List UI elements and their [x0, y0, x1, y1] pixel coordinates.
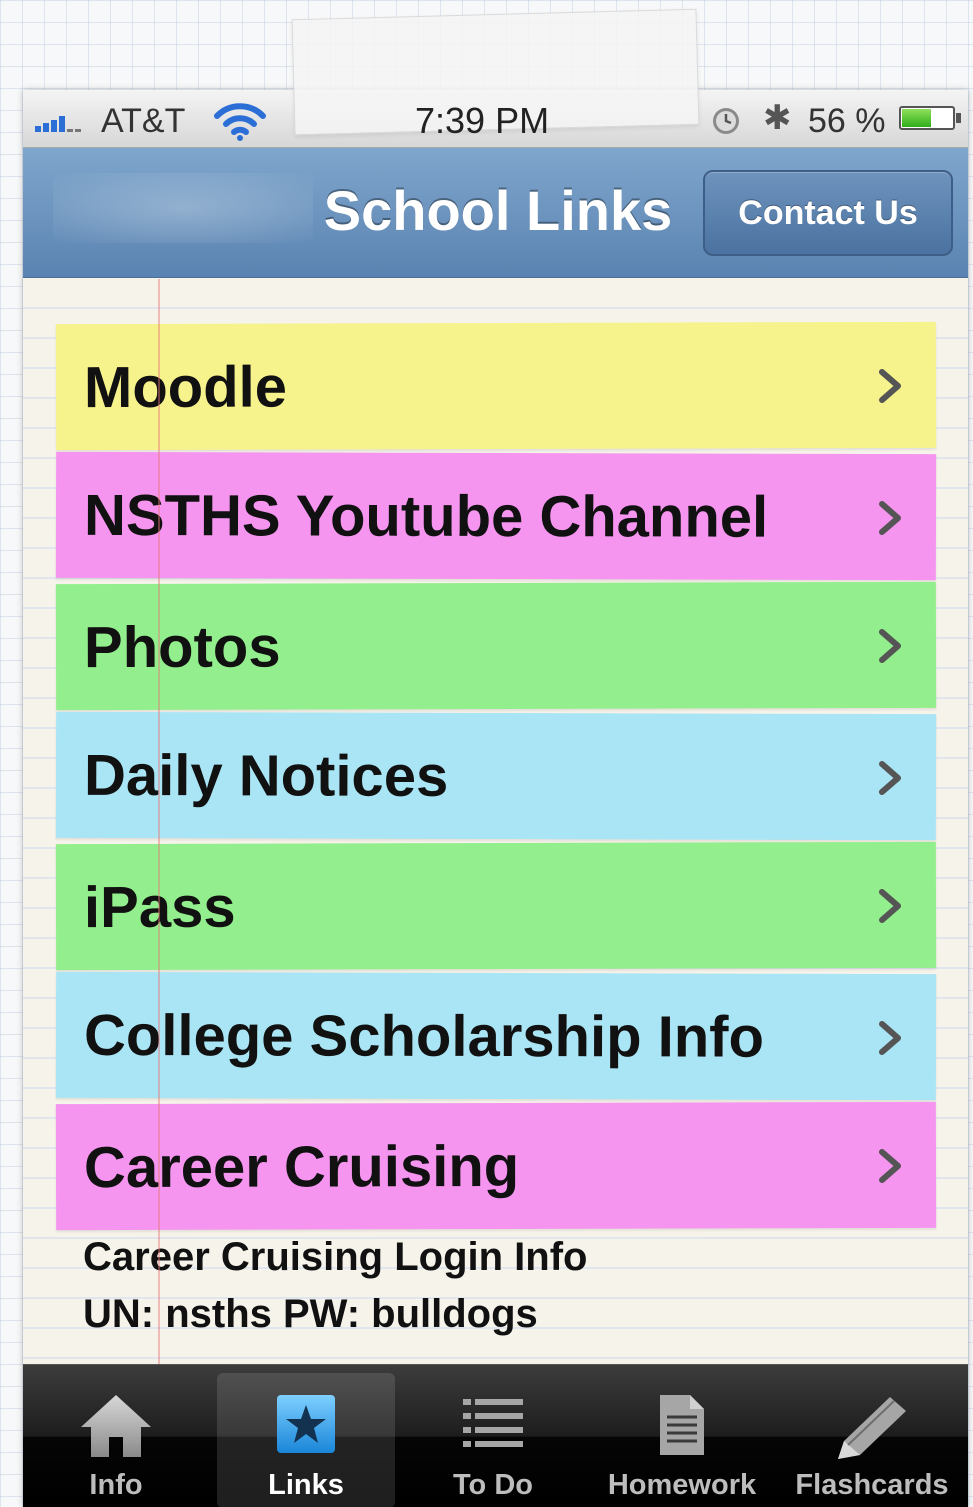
carrier-label: AT&T: [101, 102, 186, 140]
chevron-right-icon: [878, 501, 901, 536]
battery-fill: [902, 109, 932, 127]
tab-label: Info: [89, 1469, 143, 1501]
battery-percent: 56 %: [808, 102, 886, 140]
links-list: Moodle NSTHS Youtube Channel Photos Dail…: [55, 321, 937, 1233]
battery-tip: [956, 113, 961, 123]
wifi-icon: [214, 103, 266, 141]
pencil-icon: [838, 1397, 906, 1459]
chevron-right-icon: [878, 761, 901, 796]
notebook-margin-line: [158, 279, 160, 1364]
tab-to-do[interactable]: To Do: [404, 1373, 582, 1507]
contact-us-button[interactable]: Contact Us: [703, 170, 953, 256]
link-row-ipass[interactable]: iPass: [55, 841, 937, 971]
home-icon: [81, 1395, 151, 1457]
document-icon: [660, 1395, 704, 1455]
navigation-bar: School Links Contact Us: [23, 148, 968, 278]
alarm-clock-icon: [713, 108, 739, 134]
chevron-right-icon: [878, 1148, 902, 1183]
link-row-photos[interactable]: Photos: [55, 581, 937, 711]
link-label: Career Cruising: [83, 1133, 520, 1200]
page-title: School Links: [323, 179, 673, 242]
tab-info[interactable]: Info: [27, 1373, 205, 1507]
link-label: Moodle: [83, 354, 288, 420]
link-row-moodle[interactable]: Moodle: [55, 321, 937, 451]
tab-label: Links: [268, 1469, 344, 1501]
chevron-right-icon: [878, 368, 902, 403]
link-row-college-scholarship[interactable]: College Scholarship Info: [55, 971, 937, 1101]
signal-icon: [35, 114, 95, 132]
tab-label: To Do: [453, 1469, 533, 1501]
tab-label: Homework: [607, 1469, 757, 1501]
tab-bar: Info Links To Do Homework Flashcards: [23, 1364, 968, 1507]
chevron-right-icon: [878, 888, 902, 923]
star-icon: [277, 1395, 335, 1453]
tab-homework[interactable]: Homework: [593, 1373, 771, 1507]
chevron-right-icon: [878, 628, 902, 663]
chevron-right-icon: [878, 1021, 901, 1056]
link-label: Daily Notices: [83, 742, 449, 809]
bluetooth-icon: ✱: [763, 99, 792, 137]
link-row-youtube-channel[interactable]: NSTHS Youtube Channel: [55, 451, 937, 581]
links-content: Moodle NSTHS Youtube Channel Photos Dail…: [23, 279, 968, 1364]
phone-screen: AT&T 7:39 PM ✱ 56 % School Links Contact…: [23, 90, 968, 1507]
battery-icon: [899, 106, 955, 130]
link-label: College Scholarship Info: [83, 1002, 765, 1070]
link-row-daily-notices[interactable]: Daily Notices: [55, 711, 937, 841]
tab-label: Flashcards: [795, 1469, 949, 1501]
link-label: Photos: [83, 614, 281, 680]
link-label: NSTHS Youtube Channel: [83, 482, 769, 550]
tab-flashcards[interactable]: Flashcards: [783, 1373, 961, 1507]
link-row-career-cruising[interactable]: Career Cruising: [55, 1101, 937, 1231]
clock-time: 7:39 PM: [415, 100, 550, 141]
list-icon: [463, 1399, 523, 1447]
tab-links[interactable]: Links: [217, 1373, 395, 1507]
